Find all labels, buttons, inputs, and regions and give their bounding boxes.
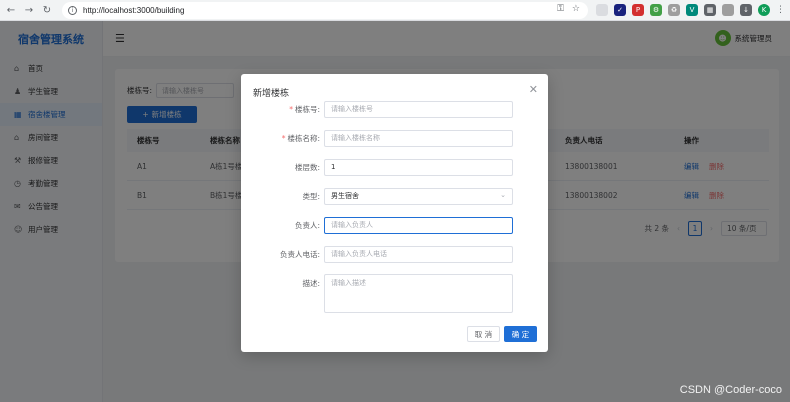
floors-label: 楼层数: xyxy=(294,162,320,172)
floors-field[interactable]: 1 xyxy=(324,158,513,176)
phone-label: 负责人电话: xyxy=(279,249,320,259)
chevron-down-icon: ⌄ xyxy=(500,190,506,199)
cancel-button[interactable]: 取 消 xyxy=(467,326,500,342)
desc-textarea[interactable]: 请输入描述 xyxy=(324,274,513,313)
extension-vue-icon[interactable]: V xyxy=(686,4,698,16)
extension-check-icon[interactable]: ✓ xyxy=(614,4,626,16)
form-row-code: * 楼栋号: 请输入楼栋号 xyxy=(241,100,548,118)
manager-label: 负责人: xyxy=(294,220,320,230)
bookmark-star-icon[interactable]: ☆ xyxy=(572,4,580,14)
form-row-name: * 楼栋名称: 请输入楼栋名称 xyxy=(241,129,548,147)
form-row-phone: 负责人电话: 请输入负责人电话 xyxy=(241,245,548,263)
back-icon[interactable]: ← xyxy=(4,3,18,17)
watermark: CSDN @Coder-coco xyxy=(679,384,782,396)
key-icon[interactable]: ⚿ xyxy=(557,4,564,14)
extension-icon[interactable] xyxy=(596,4,608,16)
browser-menu-icon[interactable]: ⋮ xyxy=(776,5,785,15)
phone-field[interactable]: 请输入负责人电话 xyxy=(324,245,513,263)
code-field[interactable]: 请输入楼栋号 xyxy=(324,100,513,118)
form-row-floors: 楼层数: 1 xyxy=(241,158,548,176)
reload-icon[interactable]: ↻ xyxy=(40,3,54,17)
desc-label: 描述: xyxy=(302,278,320,288)
extension-gear-icon[interactable]: ⚙ xyxy=(650,4,662,16)
address-bar[interactable]: i http://localhost:3000/building ⚿ ☆ xyxy=(62,2,588,19)
type-value: 男生宿舍 xyxy=(331,192,359,200)
profile-avatar[interactable]: K xyxy=(758,4,770,16)
type-select[interactable]: 男生宿舍 ⌄ xyxy=(324,187,513,205)
dialog-title: 新增楼栋 xyxy=(253,89,290,99)
form-row-manager: 负责人: 请输入负责人 xyxy=(241,216,548,234)
type-label: 类型: xyxy=(302,191,320,201)
form-row-type: 类型: 男生宿舍 ⌄ xyxy=(241,187,548,205)
confirm-button[interactable]: 确 定 xyxy=(504,326,537,342)
forward-icon[interactable]: → xyxy=(22,3,36,17)
code-label: * 楼栋号: xyxy=(289,104,320,114)
manager-field[interactable]: 请输入负责人 xyxy=(324,216,513,234)
extensions-puzzle-icon[interactable]: ▦ xyxy=(704,4,716,16)
url-text: http://localhost:3000/building xyxy=(83,6,185,15)
browser-toolbar: ← → ↻ i http://localhost:3000/building ⚿… xyxy=(0,0,790,21)
name-field[interactable]: 请输入楼栋名称 xyxy=(324,129,513,147)
name-label: * 楼栋名称: xyxy=(281,133,320,143)
download-icon[interactable]: ↓ xyxy=(740,4,752,16)
sidebar-panel-icon[interactable] xyxy=(722,4,734,16)
close-icon[interactable]: ✕ xyxy=(529,83,538,96)
extension-recycle-icon[interactable]: ♻ xyxy=(668,4,680,16)
site-info-icon[interactable]: i xyxy=(68,6,77,15)
add-building-dialog: 新增楼栋 ✕ * 楼栋号: 请输入楼栋号 * 楼栋名称: 请输入楼栋名称 楼层数: … xyxy=(241,74,548,352)
extension-pdf-icon[interactable]: P xyxy=(632,4,644,16)
